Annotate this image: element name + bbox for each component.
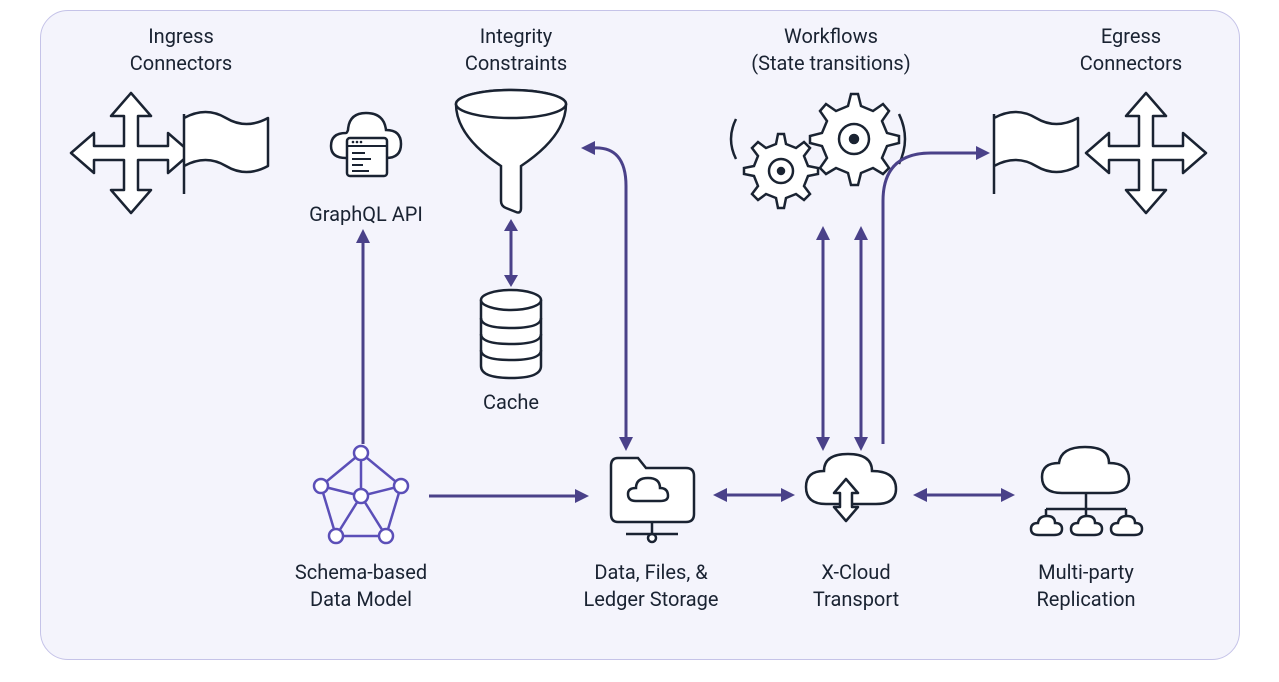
graphql-label: GraphQL API bbox=[301, 201, 431, 228]
egress-label: Egress Connectors bbox=[1051, 23, 1211, 77]
arrow-funnel-storage bbox=[581, 136, 661, 451]
arrow-schema-storage bbox=[429, 484, 589, 508]
ingress-label: Ingress Connectors bbox=[101, 23, 261, 77]
database-icon bbox=[471, 286, 551, 386]
arrow-storage-xcloud bbox=[713, 483, 795, 507]
workflows-label: Workflows (State transitions) bbox=[721, 23, 941, 77]
replication-label: Multi-party Replication bbox=[1011, 559, 1161, 613]
arrow-workflows-xcloud bbox=[849, 226, 873, 451]
xcloud-label: X-Cloud Transport bbox=[796, 559, 916, 613]
schema-label: Schema-based Data Model bbox=[276, 559, 446, 613]
storage-label: Data, Files, & Ledger Storage bbox=[566, 559, 736, 613]
cache-label: Cache bbox=[461, 389, 561, 416]
arrow-schema-graphql bbox=[351, 229, 375, 444]
folder-cloud-icon bbox=[596, 446, 706, 546]
flag-icon-2 bbox=[986, 106, 1086, 201]
cloud-multi-icon bbox=[1021, 443, 1151, 553]
arrow-workflows-storage bbox=[811, 226, 835, 451]
funnel-icon bbox=[446, 86, 576, 216]
integrity-label: Integrity Constraints bbox=[436, 23, 596, 77]
arrow-funnel-cache bbox=[499, 219, 523, 287]
architecture-diagram: Ingress Connectors Integrity Constraints… bbox=[40, 10, 1240, 660]
arrow-xcloud-egress bbox=[871, 141, 991, 456]
cloud-api-icon bbox=[321, 106, 411, 196]
graph-icon bbox=[301, 441, 421, 551]
arrow-xcloud-replication bbox=[913, 483, 1015, 507]
cross-arrows-icon-2 bbox=[1081, 91, 1211, 221]
flag-icon bbox=[176, 106, 276, 201]
cloud-transport-icon bbox=[796, 449, 906, 549]
